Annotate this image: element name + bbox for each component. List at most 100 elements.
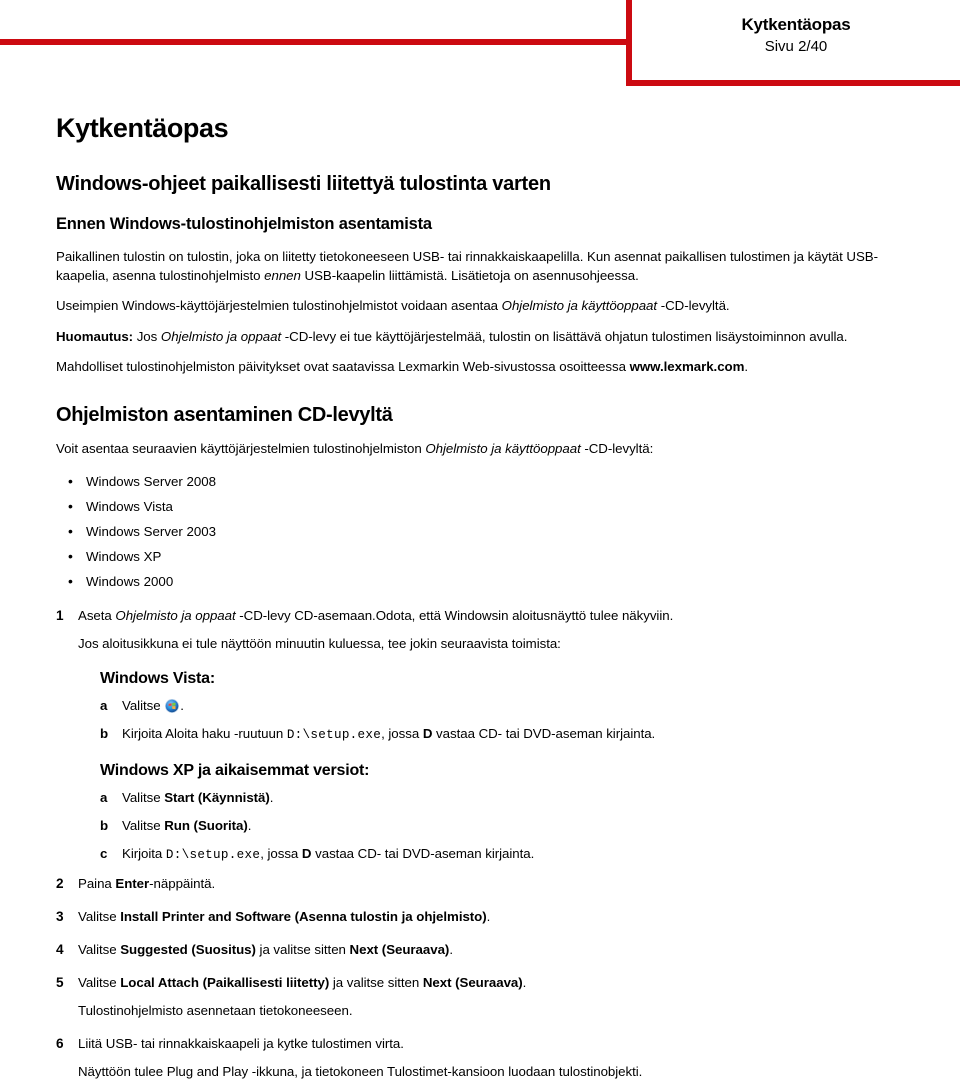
next-button-label[interactable]: Next (Seuraava) xyxy=(350,942,450,957)
step-4: 4 Valitse Suggested (Suositus) ja valits… xyxy=(56,940,916,959)
step3-part-b: . xyxy=(486,909,491,924)
windows-vista-heading: Windows Vista: xyxy=(100,670,215,687)
header-rule-bottom xyxy=(626,80,960,86)
section-heading: Windows-ohjeet paikallisesti liitettyä t… xyxy=(56,173,551,195)
subsection-heading: Ennen Windows-tulostinohjelmiston asenta… xyxy=(56,215,432,233)
step1-part-a: Aseta xyxy=(78,608,116,623)
xp-a-text-end: . xyxy=(269,790,274,805)
step5-part-mid: ja valitse sitten xyxy=(329,975,423,990)
page-header: Kytkentäopas Sivu 2/40 xyxy=(0,0,960,96)
substep-text: Valitse Start (Käynnistä). xyxy=(122,788,916,807)
lexmark-url[interactable]: www.lexmark.com xyxy=(630,359,745,374)
step4-part-a: Valitse xyxy=(78,942,121,957)
suggested-option-label[interactable]: Suggested (Suositus) xyxy=(120,942,256,957)
vista-b-part-a: Kirjoita Aloita haku -ruutuun xyxy=(122,726,287,741)
vista-b-part-b: vastaa CD- tai DVD-aseman kirjainta. xyxy=(432,726,656,741)
local-attach-option-label[interactable]: Local Attach (Paikallisesti liitetty) xyxy=(120,975,329,990)
vista-setup-command: D:\setup.exe xyxy=(286,728,382,742)
step1-note: Jos aloitusikkuna ei tule näyttöön minuu… xyxy=(78,636,561,651)
step-3: 3 Valitse Install Printer and Software (… xyxy=(56,907,916,926)
xp-substep-b: b Valitse Run (Suorita). xyxy=(78,816,916,835)
header-text-block: Kytkentäopas Sivu 2/40 xyxy=(632,14,960,57)
xp-substep-a: a Valitse Start (Käynnistä). xyxy=(78,788,916,807)
para1-emphasis: ennen xyxy=(264,267,301,283)
windows-vista-start-orb-icon[interactable] xyxy=(165,699,180,713)
step-number: 1 xyxy=(56,608,64,623)
step4-part-mid: ja valitse sitten xyxy=(255,942,350,957)
xp-b-text-end: . xyxy=(247,818,252,833)
list-item: Windows 2000 xyxy=(56,569,916,594)
vista-substep-a: a Valitse . xyxy=(78,696,916,715)
header-rule-left xyxy=(0,39,632,45)
step-2: 2 Paina Enter-näppäintä. xyxy=(56,874,916,893)
install-section-heading: Ohjelmiston asentaminen CD-levyltä xyxy=(56,403,393,426)
substep-letter: a xyxy=(100,698,108,713)
header-page-number: Sivu 2/40 xyxy=(764,38,828,55)
step5-note: Tulostinohjelmisto asennetaan tietokonee… xyxy=(78,1003,353,1018)
substep-letter: b xyxy=(100,726,109,741)
step-number: 2 xyxy=(56,876,64,891)
step-text: Liitä USB- tai rinnakkaiskaapeli ja kytk… xyxy=(78,1036,404,1051)
para3-part-b: -CD-levy ei tue käyttöjärjestelmää, tulo… xyxy=(281,328,848,344)
step1-part-b: -CD-levy CD-asemaan.Odota, että Windowsi… xyxy=(235,608,674,623)
step-5: 5 Valitse Local Attach (Paikallisesti li… xyxy=(56,973,916,1020)
supported-os-list: Windows Server 2008 Windows Vista Window… xyxy=(56,469,916,594)
list-item: Windows XP xyxy=(56,544,916,569)
list-item: Windows Server 2008 xyxy=(56,469,916,494)
paragraph-local-printer: Paikallinen tulostin on tulostin, joka o… xyxy=(56,248,916,285)
step-text: Valitse Suggested (Suositus) ja valitse … xyxy=(78,940,916,959)
xp-substep-c: c Kirjoita D:\setup.exe, jossa D vastaa … xyxy=(78,844,916,865)
paragraph-note: Huomautus: Jos Ohjelmisto ja oppaat -CD-… xyxy=(56,328,916,347)
os-label: Windows Server 2003 xyxy=(86,524,217,539)
vista-drive-letter: D xyxy=(422,726,433,741)
vista-substep-b: b Kirjoita Aloita haku -ruutuun D:\setup… xyxy=(78,724,916,745)
paragraph-install-intro: Voit asentaa seuraavien käyttöjärjestelm… xyxy=(56,440,916,459)
para3-emphasis: Ohjelmisto ja oppaat xyxy=(160,328,282,344)
step-text: Paina Enter-näppäintä. xyxy=(78,874,916,893)
list-item: Windows Server 2003 xyxy=(56,519,916,544)
xp-c-part-mid: , jossa xyxy=(260,846,302,861)
xp-setup-command: D:\setup.exe xyxy=(165,848,261,862)
step6-note: Näyttöön tulee Plug and Play -ikkuna, ja… xyxy=(78,1064,643,1079)
xp-c-part-a: Kirjoita xyxy=(122,846,166,861)
paragraph-cd-install: Useimpien Windows-käyttöjärjestelmien tu… xyxy=(56,297,916,316)
step3-part-a: Valitse xyxy=(78,909,121,924)
header-title: Kytkentäopas xyxy=(741,15,851,34)
step5-part-b: . xyxy=(522,975,527,990)
step-1: 1 Aseta Ohjelmisto ja oppaat -CD-levy CD… xyxy=(56,606,916,865)
os-label: Windows Server 2008 xyxy=(86,474,217,489)
step-6: 6 Liitä USB- tai rinnakkaiskaapeli ja ky… xyxy=(56,1034,916,1081)
xp-b-text: Valitse xyxy=(122,818,165,833)
note-label: Huomautus: xyxy=(56,328,134,344)
step-text: Aseta Ohjelmisto ja oppaat -CD-levy CD-a… xyxy=(78,606,916,625)
intro-part-b: -CD-levyltä: xyxy=(580,440,654,456)
para3-part-a: Jos xyxy=(133,328,161,344)
windows-xp-heading: Windows XP ja aikaisemmat versiot: xyxy=(100,762,370,779)
xp-start-button-label[interactable]: Start (Käynnistä) xyxy=(164,790,270,805)
para4-part-b: . xyxy=(744,359,749,374)
next-button-label[interactable]: Next (Seuraava) xyxy=(423,975,523,990)
para4-part-a: Mahdolliset tulostinohjelmiston päivityk… xyxy=(56,359,630,374)
step-text: Valitse Install Printer and Software (As… xyxy=(78,907,916,926)
step-number: 6 xyxy=(56,1036,64,1051)
xp-run-menu-label[interactable]: Run (Suorita) xyxy=(164,818,248,833)
step1-emphasis: Ohjelmisto ja oppaat xyxy=(115,608,236,623)
vista-b-part-mid: , jossa xyxy=(381,726,423,741)
installation-steps: 1 Aseta Ohjelmisto ja oppaat -CD-levy CD… xyxy=(56,606,916,1081)
intro-emphasis: Ohjelmisto ja käyttöoppaat xyxy=(425,440,581,456)
step2-part-a: Paina xyxy=(78,876,116,891)
para2-part-a: Useimpien Windows-käyttöjärjestelmien tu… xyxy=(56,298,502,313)
para2-emphasis: Ohjelmisto ja käyttöoppaat xyxy=(501,298,658,313)
install-printer-software-label[interactable]: Install Printer and Software (Asenna tul… xyxy=(120,909,486,924)
xp-a-text: Valitse xyxy=(122,790,165,805)
vista-a-text-after: . xyxy=(180,698,184,713)
substep-text: Valitse Run (Suorita). xyxy=(122,816,916,835)
os-label: Windows XP xyxy=(86,549,162,564)
intro-part-a: Voit asentaa seuraavien käyttöjärjestelm… xyxy=(56,440,426,456)
os-label: Windows 2000 xyxy=(86,574,174,589)
step4-part-b: . xyxy=(449,942,453,957)
step5-part-a: Valitse xyxy=(78,975,121,990)
enter-key-label: Enter xyxy=(115,876,150,891)
paragraph-updates: Mahdolliset tulostinohjelmiston päivityk… xyxy=(56,358,916,377)
xp-c-part-b: vastaa CD- tai DVD-aseman kirjainta. xyxy=(311,846,535,861)
